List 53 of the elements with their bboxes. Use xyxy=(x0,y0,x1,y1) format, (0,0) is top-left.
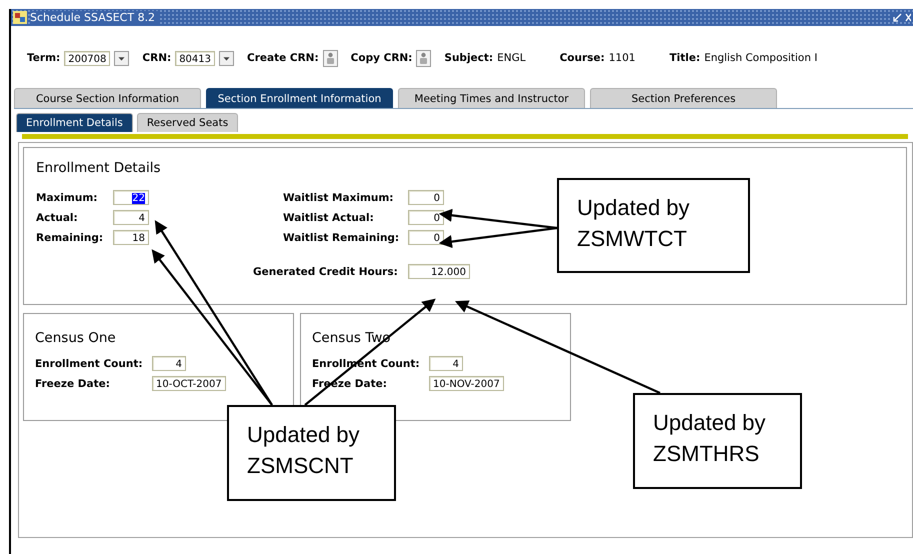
section-title: Enrollment Details xyxy=(36,160,162,176)
field-label: Waitlist Maximum: xyxy=(283,192,394,204)
field-label: Freeze Date: xyxy=(35,378,110,390)
input-field[interactable]: 22 xyxy=(113,190,149,205)
input-field[interactable]: 80413 xyxy=(175,50,215,66)
callout-box: Updated by ZSMWTCT xyxy=(557,178,750,273)
tab[interactable]: Enrollment Details xyxy=(16,113,133,132)
field-label: Generated Credit Hours: xyxy=(253,266,399,278)
callout-box: Updated by ZSMSCNT xyxy=(227,405,396,501)
input-field[interactable]: 10-OCT-2007 xyxy=(152,376,226,391)
input-field[interactable]: 18 xyxy=(113,230,149,245)
tab[interactable]: Reserved Seats xyxy=(136,113,238,132)
person-icon xyxy=(324,52,336,64)
field-label: Actual: xyxy=(36,212,79,224)
input-field[interactable]: 4 xyxy=(113,210,149,225)
field-value: 1101 xyxy=(608,52,636,64)
field-label: Course: xyxy=(560,52,605,64)
input-field[interactable]: 4 xyxy=(152,356,186,371)
field-label: Waitlist Remaining: xyxy=(283,232,400,244)
input-field[interactable]: 0 xyxy=(408,230,444,245)
dropdown-icon[interactable] xyxy=(219,50,234,66)
field-value: ENGL xyxy=(497,52,526,64)
tab[interactable]: Meeting Times and Instructor xyxy=(398,88,585,108)
dropdown-icon[interactable] xyxy=(114,50,130,66)
tab[interactable]: Course Section Information xyxy=(14,88,201,108)
action-button[interactable] xyxy=(322,50,338,66)
field-label: Term: xyxy=(27,52,60,64)
field-label: Waitlist Actual: xyxy=(283,212,375,224)
field-value: English Composition I xyxy=(704,52,818,64)
field-label: Enrollment Count: xyxy=(35,358,143,370)
input-field[interactable]: 0 xyxy=(408,190,444,205)
section-title: Census One xyxy=(35,330,117,346)
minimize-icon[interactable] xyxy=(893,13,902,22)
callout-box: Updated by ZSMTHRS xyxy=(633,393,802,489)
window-title: Schedule SSASECT 8.2 xyxy=(30,11,160,24)
close-icon[interactable] xyxy=(905,13,911,22)
field-label: Maximum: xyxy=(36,192,98,204)
tab[interactable]: Section Enrollment Information xyxy=(206,88,393,108)
input-field[interactable]: 200708 xyxy=(64,50,110,66)
input-field[interactable]: 12.000 xyxy=(408,264,470,279)
field-label: Create CRN: xyxy=(247,52,319,64)
tab[interactable]: Section Preferences xyxy=(590,88,777,108)
person-icon xyxy=(418,52,430,64)
app-icon xyxy=(13,11,27,24)
input-field[interactable]: 10-NOV-2007 xyxy=(429,376,504,391)
field-label: CRN: xyxy=(142,52,172,64)
input-field[interactable]: 0 xyxy=(408,210,444,225)
field-label: Subject: xyxy=(444,52,494,64)
field-label: Copy CRN: xyxy=(350,52,412,64)
field-label: Title: xyxy=(669,52,700,64)
input-field[interactable]: 4 xyxy=(429,356,463,371)
action-button[interactable] xyxy=(416,50,432,66)
field-label: Remaining: xyxy=(36,232,104,244)
